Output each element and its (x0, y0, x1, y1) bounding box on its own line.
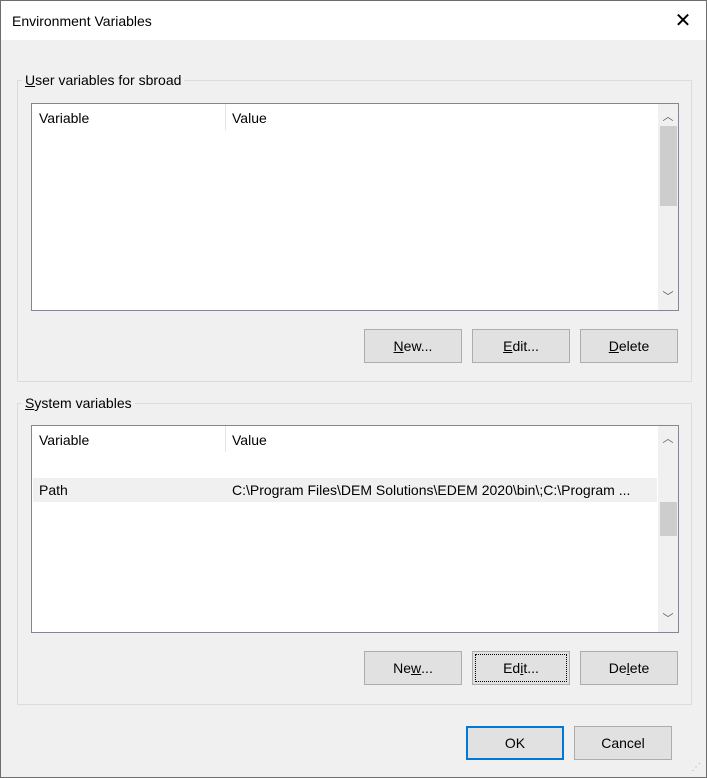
close-icon[interactable]: ✕ (660, 1, 706, 40)
scroll-up-icon[interactable]: ︿ (658, 108, 678, 126)
user-variables-label: User variables for sbroad (22, 72, 185, 88)
column-header-value[interactable]: Value (232, 432, 267, 448)
system-edit-button[interactable]: Ed i t... (472, 651, 570, 685)
user-variables-list[interactable]: Variable Value ︿ ﹀ (31, 103, 679, 311)
system-delete-button[interactable]: De l ete (580, 651, 678, 685)
user-delete-button[interactable]: Delete (580, 329, 678, 363)
column-header-variable[interactable]: Variable (39, 110, 89, 126)
variable-name: Path (39, 482, 68, 498)
environment-variables-dialog: Environment Variables ✕ User variables f… (0, 0, 707, 778)
title-bar: Environment Variables ✕ (1, 1, 706, 40)
user-edit-button[interactable]: Edit... (472, 329, 570, 363)
scroll-up-icon[interactable]: ︿ (658, 430, 678, 448)
variable-value: C:\Program Files\DEM Solutions\EDEM 2020… (232, 482, 631, 498)
dialog-title: Environment Variables (12, 13, 152, 29)
scroll-down-icon[interactable]: ﹀ (658, 610, 678, 628)
column-header-value[interactable]: Value (232, 110, 267, 126)
column-header-variable[interactable]: Variable (39, 432, 89, 448)
system-variables-list[interactable]: Variable Value Path C:\Program Files\DEM… (31, 425, 679, 633)
ok-button[interactable]: OK (466, 726, 564, 760)
resize-grip-icon[interactable]: ⋰ (691, 762, 703, 774)
system-variables-label: System variables (22, 395, 135, 411)
scrollbar[interactable]: ︿ ﹀ (658, 104, 678, 310)
column-divider[interactable] (225, 426, 226, 452)
cancel-button[interactable]: Cancel (574, 726, 672, 760)
user-new-button[interactable]: New... (364, 329, 462, 363)
column-divider[interactable] (225, 104, 226, 130)
scrollbar-thumb[interactable] (660, 502, 677, 536)
scrollbar[interactable]: ︿ ﹀ (658, 426, 678, 632)
scrollbar-thumb[interactable] (660, 126, 677, 206)
scroll-down-icon[interactable]: ﹀ (658, 288, 678, 306)
table-row[interactable]: Path C:\Program Files\DEM Solutions\EDEM… (33, 478, 657, 502)
system-new-button[interactable]: Ne w... (364, 651, 462, 685)
